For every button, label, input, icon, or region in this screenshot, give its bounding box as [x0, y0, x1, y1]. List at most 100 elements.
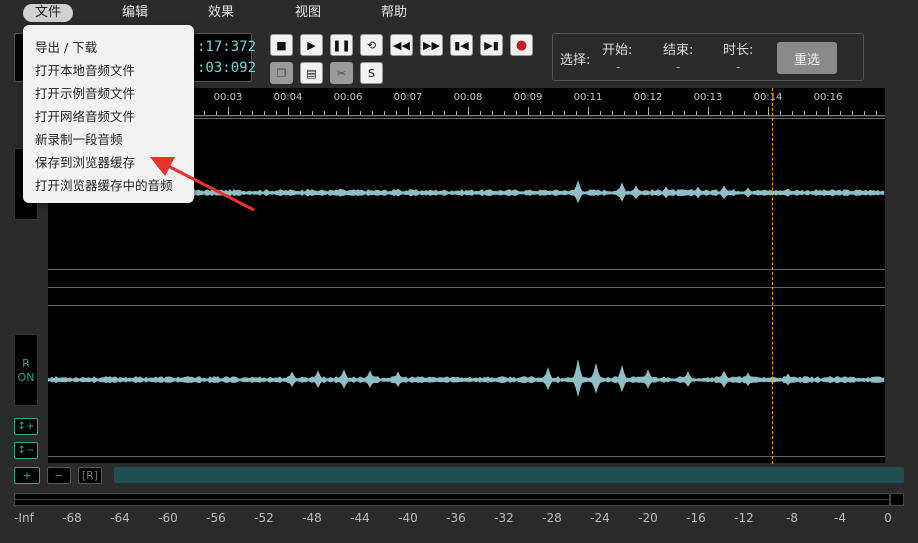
db-scale-label: -28: [542, 511, 562, 525]
loop-button[interactable]: ⟲: [360, 34, 383, 56]
timeline-tick: [276, 111, 277, 115]
menu-view[interactable]: 视图: [283, 4, 333, 22]
timeline-tick: [420, 111, 421, 115]
play-button[interactable]: ▶: [300, 34, 323, 56]
rewind-button[interactable]: ◀◀: [390, 34, 413, 56]
track-border: [48, 456, 885, 457]
fast-forward-button[interactable]: ▶▶: [420, 34, 443, 56]
selection-panel: 选择: 开始: 结束: 时长: - - - 重选: [552, 33, 864, 81]
r-button[interactable]: [R]: [78, 467, 102, 484]
timeline-tick: [624, 111, 625, 115]
add-button[interactable]: +: [14, 467, 40, 484]
timeline-tick: [504, 111, 505, 115]
db-scale-label: -20: [638, 511, 658, 525]
db-scale-label: -44: [350, 511, 370, 525]
menu-item-open-sample[interactable]: 打开示例音频文件: [35, 83, 135, 102]
timeline-tick: [864, 111, 865, 115]
loop-icon: ⟲: [366, 38, 377, 52]
fast-forward-icon: ▶▶: [423, 38, 440, 52]
skip-end-icon: ▶▮: [484, 38, 499, 52]
remove-button[interactable]: −: [47, 467, 71, 484]
menu-item-open-cache[interactable]: 打开浏览器缓存中的音频: [35, 175, 173, 194]
skip-end-button[interactable]: ▶▮: [480, 34, 503, 56]
level-meter: [14, 493, 890, 506]
timeline-tick: [456, 111, 457, 115]
playhead[interactable]: [772, 88, 773, 464]
menu-help[interactable]: 帮助: [369, 4, 419, 22]
timeline-tick: [576, 111, 577, 115]
timeline-tick: [396, 111, 397, 115]
reselect-button[interactable]: 重选: [777, 42, 837, 74]
timeline-tick: [792, 111, 793, 115]
menu-item-new-recording[interactable]: 新录制一段音频: [35, 129, 123, 148]
stop-icon: ■: [276, 38, 287, 52]
right-channel-toggle[interactable]: R ON: [14, 334, 38, 406]
timeline-tick: [492, 111, 493, 115]
meter-end-cap: [890, 493, 904, 506]
timeline-tick: [240, 111, 241, 115]
skip-start-icon: ▮◀: [454, 38, 469, 52]
timeline-tick-label: 00:12: [633, 92, 663, 103]
timeline-tick: [732, 111, 733, 115]
menu-item-export[interactable]: 导出 / 下载: [35, 37, 97, 56]
copy-button[interactable]: ❐: [270, 62, 293, 84]
timeline-tick-label: 00:13: [693, 92, 723, 103]
menu-item-open-local[interactable]: 打开本地音频文件: [35, 60, 135, 79]
timeline-tick: [564, 111, 565, 115]
paste-icon: ▤: [306, 66, 317, 80]
timeline-tick-label: 00:04: [273, 92, 303, 103]
timeline-tick: [372, 111, 373, 115]
menu-effects[interactable]: 效果: [196, 4, 246, 22]
timeline-tick: [636, 111, 637, 115]
timeline-tick: [852, 111, 853, 115]
record-icon: ●: [515, 37, 528, 53]
menu-item-open-url[interactable]: 打开网络音频文件: [35, 106, 135, 125]
timeline-tick: [804, 111, 805, 115]
cut-button[interactable]: ✂: [330, 62, 353, 84]
timeline-tick: [540, 111, 541, 115]
menu-edit[interactable]: 编辑: [110, 4, 160, 22]
timeline-tick: [708, 107, 709, 115]
zoom-in-button[interactable]: ↕+: [14, 418, 38, 435]
db-scale-label: -24: [590, 511, 610, 525]
menu-item-save-cache[interactable]: 保存到浏览器缓存: [35, 152, 135, 171]
timeline-tick: [648, 107, 649, 115]
timeline-tick: [324, 111, 325, 115]
timeline-tick: [528, 107, 529, 115]
timeline-tick: [204, 111, 205, 115]
pause-button[interactable]: ❚❚: [330, 34, 353, 56]
solo-icon: S: [368, 66, 375, 80]
paste-button[interactable]: ▤: [300, 62, 323, 84]
file-dropdown-menu: 导出 / 下载 打开本地音频文件 打开示例音频文件 打开网络音频文件 新录制一段…: [23, 25, 194, 203]
db-scale-label: -64: [110, 511, 130, 525]
timeline-tick: [756, 111, 757, 115]
timeline-tick: [228, 107, 229, 115]
timeline-tick: [360, 111, 361, 115]
timeline-tick: [840, 111, 841, 115]
right-channel-status: ON: [17, 371, 35, 384]
timeline-tick: [384, 111, 385, 115]
solo-button[interactable]: S: [360, 62, 383, 84]
timeline-tick: [744, 111, 745, 115]
timeline-tick: [348, 107, 349, 115]
db-scale-label: -60: [158, 511, 178, 525]
record-button[interactable]: ●: [510, 34, 533, 56]
timeline-tick-label: 00:03: [213, 92, 243, 103]
timeline-tick: [252, 111, 253, 115]
timeline-tick: [444, 111, 445, 115]
db-scale-label: -48: [302, 511, 322, 525]
skip-start-button[interactable]: ▮◀: [450, 34, 473, 56]
timeline-tick-label: 00:06: [333, 92, 363, 103]
timeline-tick: [336, 111, 337, 115]
timeline-tick: [876, 111, 877, 115]
horizontal-scrollbar[interactable]: [114, 467, 904, 483]
stop-button[interactable]: ■: [270, 34, 293, 56]
menu-file[interactable]: 文件: [23, 4, 73, 22]
timeline-tick-label: 00:07: [393, 92, 423, 103]
timeline-tick: [408, 107, 409, 115]
db-scale-label: -56: [206, 511, 226, 525]
zoom-out-button[interactable]: ↕−: [14, 442, 38, 459]
timeline-tick-label: 00:08: [453, 92, 483, 103]
end-label: 结束:: [663, 43, 694, 58]
timeline-tick-label: 00:14: [753, 92, 783, 103]
